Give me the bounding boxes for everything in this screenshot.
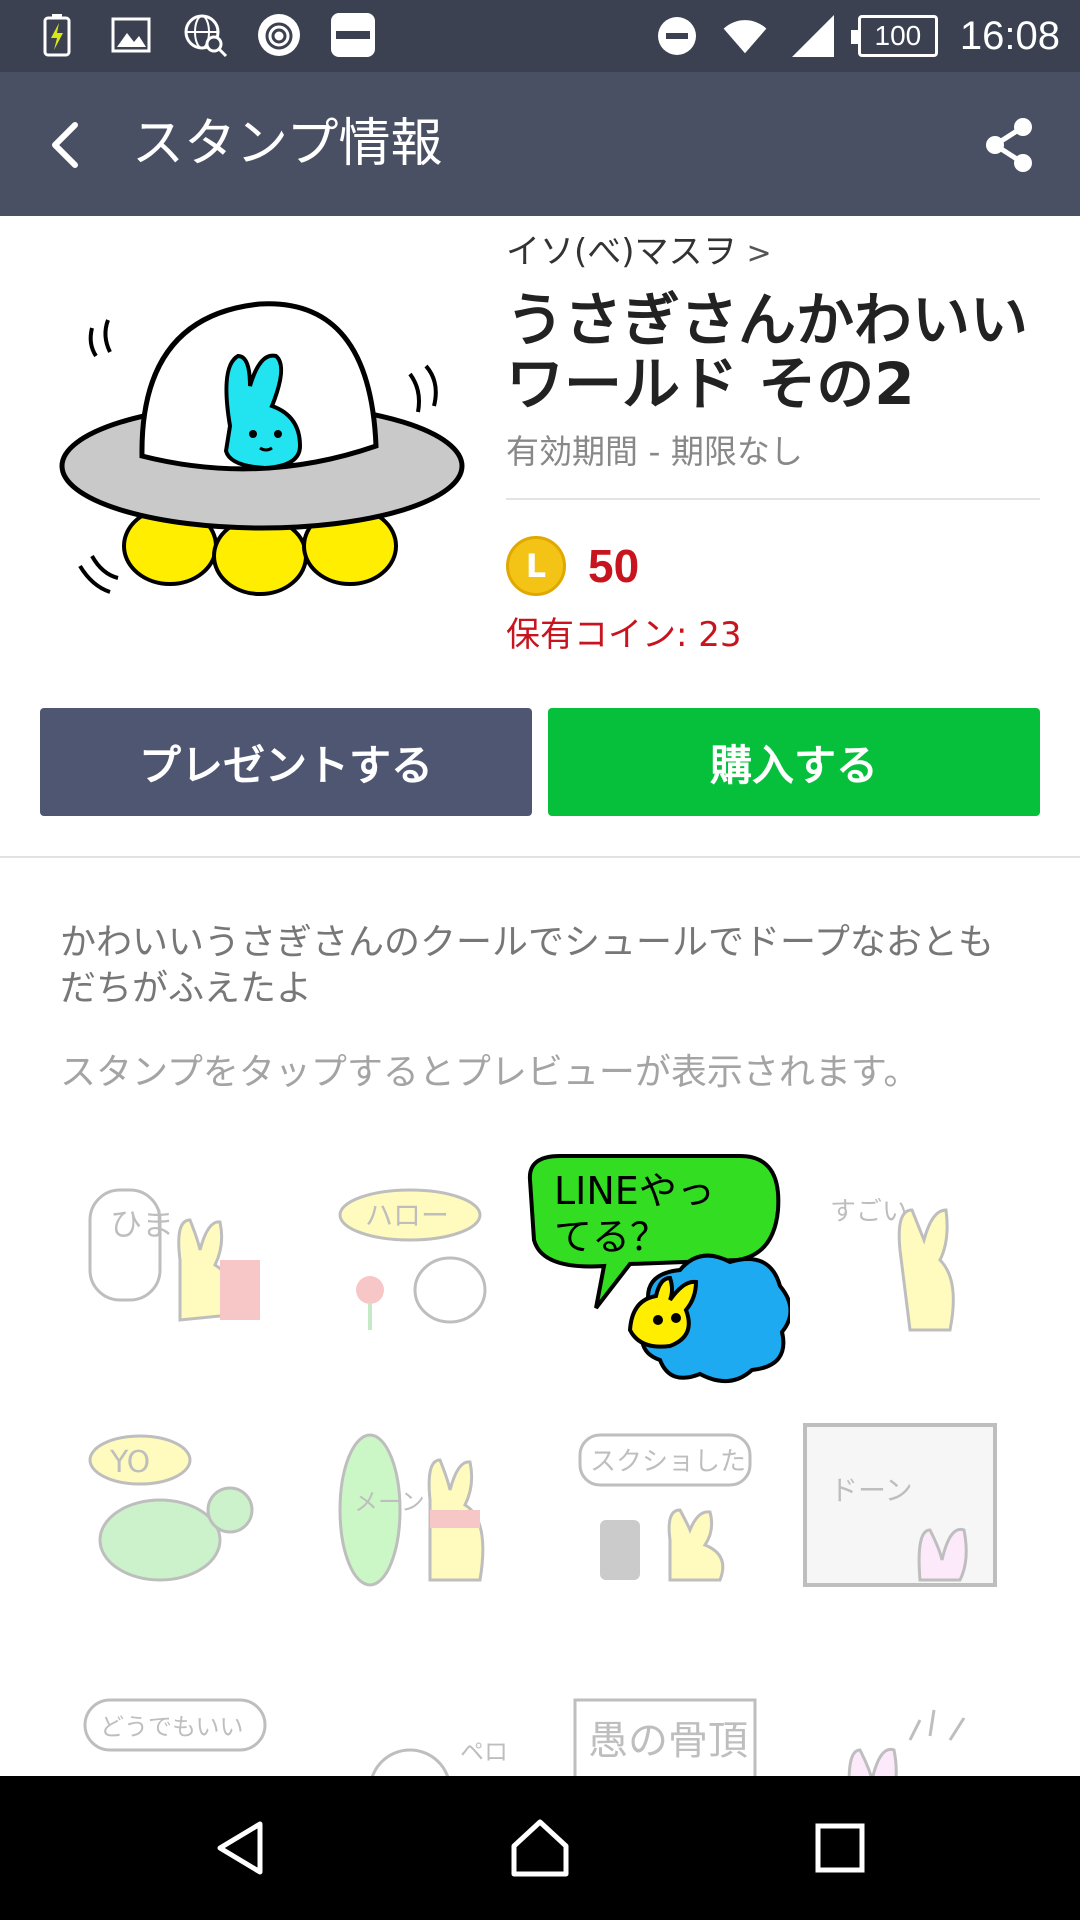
image-icon — [108, 12, 154, 58]
sticker-item-highlighted[interactable]: LINEやっ てる？ — [520, 1150, 793, 1390]
camera-icon — [256, 12, 302, 58]
price: 50 — [588, 540, 640, 592]
sticker-item[interactable]: すごい — [820, 1180, 1050, 1400]
nav-back-icon[interactable] — [200, 1808, 280, 1888]
preview-hint: スタンプをタップするとプレビューが表示されます。 — [60, 1052, 920, 1093]
sticker-item[interactable]: 愚の骨頂 — [570, 1690, 800, 1776]
svg-text:ドーン: ドーン — [830, 1474, 913, 1507]
divider — [506, 498, 1040, 500]
creator-link[interactable]: イソ(べ)マスヲ > — [506, 224, 1040, 282]
app-icon — [330, 12, 376, 58]
share-icon[interactable] — [976, 112, 1042, 178]
battery-charging-icon — [34, 12, 80, 58]
gift-button[interactable]: プレゼントする — [40, 708, 532, 816]
svg-text:すごい: すごい — [830, 1197, 908, 1227]
wifi-icon — [722, 13, 768, 59]
svg-text:YO: YO — [109, 1445, 150, 1480]
clock: 16:08 — [959, 13, 1060, 58]
battery-indicator: 100 — [850, 15, 938, 57]
sticker-item[interactable]: スクショした — [570, 1430, 800, 1650]
section-divider — [0, 856, 1080, 858]
globe-search-icon — [182, 12, 228, 58]
back-arrow-icon[interactable] — [30, 110, 100, 180]
svg-text:ハロー: ハロー — [365, 1199, 449, 1232]
signal-icon — [790, 13, 836, 59]
product-name: うさぎさんかわいいワールド その2 — [506, 286, 1029, 418]
nav-home-icon[interactable] — [500, 1808, 580, 1888]
product-info: イソ(べ)マスヲ > うさぎさんかわいいワールド その2 有効期間 - 期限なし … — [506, 224, 1040, 660]
price-row: L 50 — [506, 534, 1040, 598]
chevron-right-icon: > — [746, 236, 772, 271]
line-coin-icon: L — [506, 536, 566, 596]
owned-coins: 保有コイン: 23 — [506, 615, 742, 655]
product-description: かわいいうさぎさんのクールでシュールでドープなおともだちがふえたよ — [60, 922, 994, 1009]
svg-text:メーン: メーン — [354, 1488, 425, 1516]
sticker-text: ひま — [110, 1205, 174, 1243]
system-nav-bar — [0, 1776, 1080, 1920]
sticker-text: LINEやっ — [554, 1169, 715, 1213]
svg-text:スクショした: スクショした — [590, 1447, 746, 1477]
sticker-item[interactable]: ペロ — [350, 1720, 580, 1776]
battery-level: 100 — [874, 20, 922, 51]
sticker-item[interactable]: どうでもいい — [80, 1690, 310, 1776]
sticker-item[interactable]: メーン — [330, 1430, 560, 1650]
sticker-grid: ひま ハロー LINEやっ てる？ すごい YO メーン スクショした ドーン … — [0, 1130, 1080, 1776]
sticker-item[interactable]: YO — [80, 1430, 310, 1650]
sticker-item[interactable]: ドーン — [800, 1420, 1030, 1640]
main-sticker-ufo-rabbit — [50, 256, 470, 616]
svg-text:愚の骨頂: 愚の骨頂 — [588, 1718, 748, 1764]
sticker-item[interactable] — [830, 1700, 1060, 1776]
status-bar: 100 16:08 — [0, 0, 1080, 72]
creator-name: イソ(べ)マスヲ — [506, 232, 737, 272]
svg-text:どうでもいい: どうでもいい — [100, 1713, 244, 1741]
validity-period: 有効期間 - 期限なし — [506, 432, 803, 471]
page-title: スタンプ情報 — [132, 114, 443, 174]
app-bar: スタンプ情報 — [0, 72, 1080, 216]
nav-recents-icon[interactable] — [800, 1808, 880, 1888]
sticker-item[interactable]: ひま — [80, 1180, 310, 1400]
do-not-disturb-icon — [654, 13, 700, 59]
svg-text:ペロ: ペロ — [460, 1738, 508, 1766]
sticker-text: てる？ — [554, 1215, 668, 1259]
buy-button[interactable]: 購入する — [548, 708, 1040, 816]
